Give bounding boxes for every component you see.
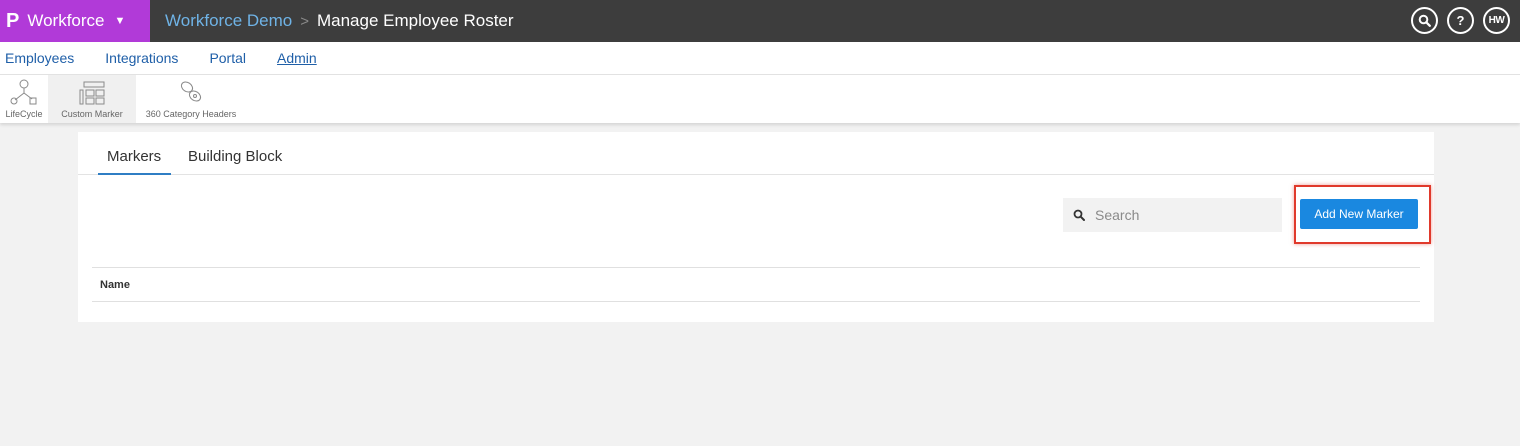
tab-bar: Markers Building Block (78, 132, 1434, 175)
tool-360-category-headers[interactable]: 360 Category Headers (136, 75, 246, 123)
tool-custom-marker[interactable]: Custom Marker (48, 75, 136, 123)
active-tab-indicator (98, 173, 171, 175)
app-name: Workforce (27, 11, 105, 30)
caret-down-icon: ▼ (114, 15, 126, 27)
main-nav: Employees Integrations Portal Admin (0, 42, 1520, 75)
search-box[interactable] (1063, 198, 1282, 232)
search-input[interactable] (1093, 206, 1273, 224)
tool-lifecycle[interactable]: LifeCycle (0, 75, 48, 123)
nav-employees[interactable]: Employees (5, 50, 74, 66)
breadcrumb-parent-link[interactable]: Workforce Demo (165, 11, 292, 31)
nav-integrations[interactable]: Integrations (105, 50, 178, 66)
search-icon[interactable] (1411, 7, 1438, 34)
tool-label: LifeCycle (5, 109, 43, 119)
top-bar: P Workforce ▼ Workforce Demo > Manage Em… (0, 0, 1520, 42)
search-icon (1073, 209, 1085, 221)
breadcrumb-separator: > (300, 12, 309, 30)
app-switcher[interactable]: P Workforce ▼ (0, 0, 150, 42)
markers-panel: Markers Building Block Add New Marker Na… (78, 132, 1434, 322)
lifecycle-icon (10, 79, 37, 105)
header-actions: ? HW (1411, 7, 1510, 34)
tab-building-block[interactable]: Building Block (188, 148, 282, 165)
admin-toolbar: LifeCycle Custom Marker 360 Category Hea… (0, 75, 1520, 123)
custom-marker-icon (79, 81, 105, 105)
tool-label: 360 Category Headers (145, 109, 237, 119)
tab-markers[interactable]: Markers (107, 148, 161, 165)
column-header-name[interactable]: Name (100, 279, 130, 291)
tool-label: Custom Marker (61, 109, 123, 119)
nav-portal[interactable]: Portal (209, 50, 246, 66)
app-logo: P (6, 10, 20, 32)
category-headers-icon (180, 81, 202, 102)
add-new-marker-button[interactable]: Add New Marker (1300, 199, 1418, 229)
page-title: Manage Employee Roster (316, 11, 514, 30)
avatar[interactable]: HW (1483, 7, 1510, 34)
table-header-row: Name (92, 267, 1420, 302)
help-icon[interactable]: ? (1447, 7, 1474, 34)
breadcrumb: Workforce Demo > Manage Employee Roster (150, 11, 514, 31)
nav-admin[interactable]: Admin (277, 50, 317, 66)
